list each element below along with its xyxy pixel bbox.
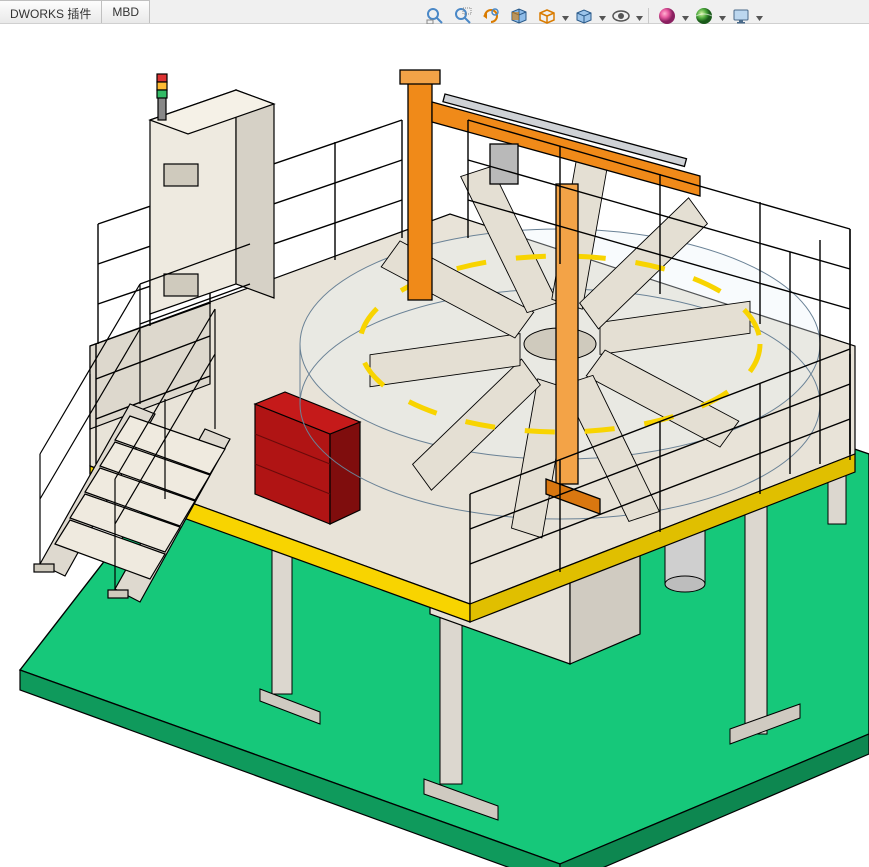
- tab-solidworks-addins[interactable]: DWORKS 插件: [0, 0, 102, 23]
- tab-label: DWORKS 插件: [10, 7, 91, 21]
- tab-label: MBD: [112, 5, 139, 19]
- tab-mbd[interactable]: MBD: [101, 0, 150, 23]
- electrical-cabinet: [150, 74, 274, 314]
- graphics-viewport[interactable]: [0, 24, 869, 867]
- model-render: [0, 24, 869, 867]
